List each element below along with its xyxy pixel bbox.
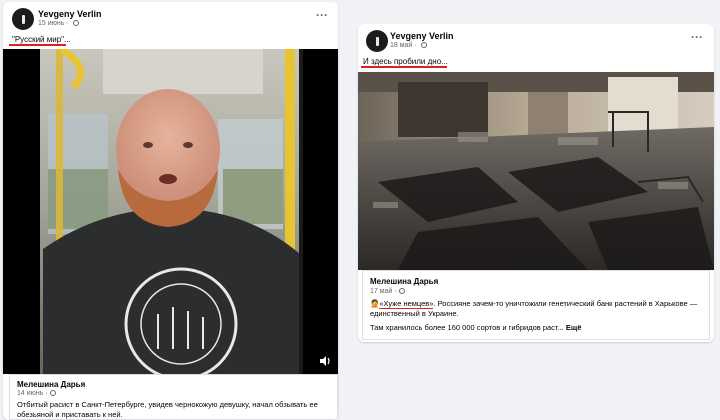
globe-icon	[72, 20, 79, 27]
post-photo[interactable]	[358, 72, 714, 270]
shared-date: 17 май ·	[370, 288, 405, 295]
shared-post[interactable]: Мелешина Дарья 14 июнь · Отбитый расист …	[9, 374, 338, 420]
post-author[interactable]: Yevgeny Verlin	[390, 31, 454, 41]
more-options-icon[interactable]: ···	[316, 9, 328, 21]
shared-text: 🤦«Хуже немцев». Россияне зачем-то уничто…	[370, 299, 698, 318]
post-card-1: Yevgeny Verlin 15 июнь · ··· "Русский ми…	[3, 2, 338, 420]
shared-post[interactable]: Мелешина Дарья 17 май · 🤦«Хуже немцев». …	[362, 270, 710, 340]
avatar[interactable]	[366, 30, 388, 52]
shared-author[interactable]: Мелешина Дарья	[370, 277, 438, 286]
post-text: И здесь пробили дно...	[363, 57, 448, 66]
shared-date: 14 июнь ·	[17, 390, 56, 397]
more-options-icon[interactable]: ···	[691, 31, 703, 43]
globe-icon	[398, 288, 405, 295]
post-text: "Русский мир"...	[12, 35, 71, 44]
red-underline	[9, 44, 66, 46]
volume-icon[interactable]	[319, 355, 331, 367]
red-underline	[361, 66, 447, 68]
burned-room-photo	[358, 72, 714, 270]
post-date[interactable]: 18 май ·	[390, 42, 427, 49]
post-author[interactable]: Yevgeny Verlin	[38, 9, 102, 19]
post-card-2: Yevgeny Verlin 18 май · ··· И здесь проб…	[358, 24, 714, 342]
shared-text: Отбитый расист в Санкт-Петербурге, увиде…	[17, 400, 318, 419]
post-header: Yevgeny Verlin 18 май · ···	[358, 24, 714, 54]
globe-icon	[49, 390, 56, 397]
video-player[interactable]	[3, 49, 338, 374]
video-frame	[3, 49, 338, 374]
globe-icon	[420, 42, 427, 49]
facepalm-emoji: 🤦	[370, 299, 380, 308]
shared-author[interactable]: Мелешина Дарья	[17, 380, 85, 389]
shared-text-2: Там хранилось более 160 000 сортов и гиб…	[370, 323, 582, 332]
highlighted-quote: «Хуже немцев»	[379, 299, 434, 309]
post-header: Yevgeny Verlin 15 июнь · ···	[3, 2, 338, 32]
see-more-link[interactable]: Ещё	[566, 323, 582, 332]
post-date[interactable]: 15 июнь ·	[38, 20, 79, 27]
avatar[interactable]	[12, 8, 34, 30]
